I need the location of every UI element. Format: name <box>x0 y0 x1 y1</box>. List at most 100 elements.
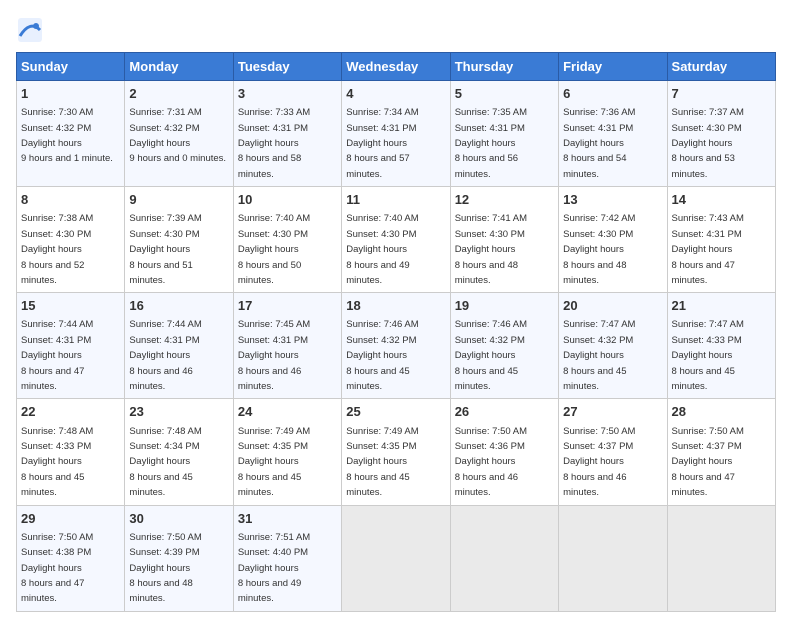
calendar-cell: 27 Sunrise: 7:50 AMSunset: 4:37 PMDaylig… <box>559 399 667 505</box>
calendar-week-2: 8 Sunrise: 7:38 AMSunset: 4:30 PMDayligh… <box>17 187 776 293</box>
day-info: Sunrise: 7:34 AMSunset: 4:31 PMDaylight … <box>346 107 418 180</box>
day-number: 2 <box>129 85 228 103</box>
calendar-cell: 25 Sunrise: 7:49 AMSunset: 4:35 PMDaylig… <box>342 399 450 505</box>
calendar-cell: 14 Sunrise: 7:43 AMSunset: 4:31 PMDaylig… <box>667 187 775 293</box>
calendar-cell: 2 Sunrise: 7:31 AMSunset: 4:32 PMDayligh… <box>125 81 233 187</box>
calendar-cell: 18 Sunrise: 7:46 AMSunset: 4:32 PMDaylig… <box>342 293 450 399</box>
day-info: Sunrise: 7:49 AMSunset: 4:35 PMDaylight … <box>346 426 418 499</box>
calendar-week-4: 22 Sunrise: 7:48 AMSunset: 4:33 PMDaylig… <box>17 399 776 505</box>
column-header-thursday: Thursday <box>450 53 558 81</box>
day-info: Sunrise: 7:45 AMSunset: 4:31 PMDaylight … <box>238 319 310 392</box>
calendar-cell <box>450 505 558 611</box>
calendar-table: SundayMondayTuesdayWednesdayThursdayFrid… <box>16 52 776 612</box>
day-number: 17 <box>238 297 337 315</box>
day-number: 7 <box>672 85 771 103</box>
day-info: Sunrise: 7:51 AMSunset: 4:40 PMDaylight … <box>238 532 310 605</box>
day-info: Sunrise: 7:48 AMSunset: 4:33 PMDaylight … <box>21 426 93 499</box>
calendar-header: SundayMondayTuesdayWednesdayThursdayFrid… <box>17 53 776 81</box>
day-number: 8 <box>21 191 120 209</box>
day-number: 31 <box>238 510 337 528</box>
calendar-cell: 28 Sunrise: 7:50 AMSunset: 4:37 PMDaylig… <box>667 399 775 505</box>
day-number: 21 <box>672 297 771 315</box>
day-info: Sunrise: 7:31 AMSunset: 4:32 PMDaylight … <box>129 107 226 164</box>
day-number: 12 <box>455 191 554 209</box>
day-number: 14 <box>672 191 771 209</box>
day-info: Sunrise: 7:44 AMSunset: 4:31 PMDaylight … <box>129 319 201 392</box>
day-number: 1 <box>21 85 120 103</box>
logo-icon <box>16 16 44 44</box>
day-info: Sunrise: 7:38 AMSunset: 4:30 PMDaylight … <box>21 213 93 286</box>
day-info: Sunrise: 7:48 AMSunset: 4:34 PMDaylight … <box>129 426 201 499</box>
calendar-cell <box>559 505 667 611</box>
calendar-cell: 8 Sunrise: 7:38 AMSunset: 4:30 PMDayligh… <box>17 187 125 293</box>
logo <box>16 16 48 44</box>
calendar-cell: 19 Sunrise: 7:46 AMSunset: 4:32 PMDaylig… <box>450 293 558 399</box>
calendar-cell: 1 Sunrise: 7:30 AMSunset: 4:32 PMDayligh… <box>17 81 125 187</box>
calendar-cell: 9 Sunrise: 7:39 AMSunset: 4:30 PMDayligh… <box>125 187 233 293</box>
day-number: 28 <box>672 403 771 421</box>
calendar-cell: 11 Sunrise: 7:40 AMSunset: 4:30 PMDaylig… <box>342 187 450 293</box>
calendar-cell: 4 Sunrise: 7:34 AMSunset: 4:31 PMDayligh… <box>342 81 450 187</box>
day-info: Sunrise: 7:47 AMSunset: 4:32 PMDaylight … <box>563 319 635 392</box>
calendar-cell <box>342 505 450 611</box>
day-number: 4 <box>346 85 445 103</box>
calendar-cell: 17 Sunrise: 7:45 AMSunset: 4:31 PMDaylig… <box>233 293 341 399</box>
calendar-body: 1 Sunrise: 7:30 AMSunset: 4:32 PMDayligh… <box>17 81 776 612</box>
day-number: 18 <box>346 297 445 315</box>
day-number: 20 <box>563 297 662 315</box>
day-info: Sunrise: 7:36 AMSunset: 4:31 PMDaylight … <box>563 107 635 180</box>
calendar-cell <box>667 505 775 611</box>
day-info: Sunrise: 7:50 AMSunset: 4:38 PMDaylight … <box>21 532 93 605</box>
calendar-cell: 30 Sunrise: 7:50 AMSunset: 4:39 PMDaylig… <box>125 505 233 611</box>
day-info: Sunrise: 7:41 AMSunset: 4:30 PMDaylight … <box>455 213 527 286</box>
day-info: Sunrise: 7:35 AMSunset: 4:31 PMDaylight … <box>455 107 527 180</box>
calendar-cell: 15 Sunrise: 7:44 AMSunset: 4:31 PMDaylig… <box>17 293 125 399</box>
day-number: 10 <box>238 191 337 209</box>
calendar-cell: 10 Sunrise: 7:40 AMSunset: 4:30 PMDaylig… <box>233 187 341 293</box>
day-number: 27 <box>563 403 662 421</box>
day-info: Sunrise: 7:50 AMSunset: 4:37 PMDaylight … <box>563 426 635 499</box>
calendar-cell: 20 Sunrise: 7:47 AMSunset: 4:32 PMDaylig… <box>559 293 667 399</box>
calendar-cell: 7 Sunrise: 7:37 AMSunset: 4:30 PMDayligh… <box>667 81 775 187</box>
day-number: 24 <box>238 403 337 421</box>
day-number: 6 <box>563 85 662 103</box>
day-info: Sunrise: 7:50 AMSunset: 4:39 PMDaylight … <box>129 532 201 605</box>
day-info: Sunrise: 7:39 AMSunset: 4:30 PMDaylight … <box>129 213 201 286</box>
column-header-saturday: Saturday <box>667 53 775 81</box>
day-info: Sunrise: 7:40 AMSunset: 4:30 PMDaylight … <box>238 213 310 286</box>
day-info: Sunrise: 7:30 AMSunset: 4:32 PMDaylight … <box>21 107 113 164</box>
day-info: Sunrise: 7:42 AMSunset: 4:30 PMDaylight … <box>563 213 635 286</box>
column-header-tuesday: Tuesday <box>233 53 341 81</box>
day-info: Sunrise: 7:44 AMSunset: 4:31 PMDaylight … <box>21 319 93 392</box>
calendar-header-row: SundayMondayTuesdayWednesdayThursdayFrid… <box>17 53 776 81</box>
calendar-cell: 3 Sunrise: 7:33 AMSunset: 4:31 PMDayligh… <box>233 81 341 187</box>
day-info: Sunrise: 7:49 AMSunset: 4:35 PMDaylight … <box>238 426 310 499</box>
day-number: 26 <box>455 403 554 421</box>
day-number: 11 <box>346 191 445 209</box>
day-info: Sunrise: 7:46 AMSunset: 4:32 PMDaylight … <box>455 319 527 392</box>
calendar-cell: 13 Sunrise: 7:42 AMSunset: 4:30 PMDaylig… <box>559 187 667 293</box>
column-header-friday: Friday <box>559 53 667 81</box>
column-header-sunday: Sunday <box>17 53 125 81</box>
day-number: 3 <box>238 85 337 103</box>
column-header-wednesday: Wednesday <box>342 53 450 81</box>
calendar-cell: 29 Sunrise: 7:50 AMSunset: 4:38 PMDaylig… <box>17 505 125 611</box>
calendar-week-5: 29 Sunrise: 7:50 AMSunset: 4:38 PMDaylig… <box>17 505 776 611</box>
day-number: 16 <box>129 297 228 315</box>
day-number: 29 <box>21 510 120 528</box>
calendar-week-1: 1 Sunrise: 7:30 AMSunset: 4:32 PMDayligh… <box>17 81 776 187</box>
page-header <box>16 16 776 44</box>
calendar-week-3: 15 Sunrise: 7:44 AMSunset: 4:31 PMDaylig… <box>17 293 776 399</box>
day-number: 15 <box>21 297 120 315</box>
day-number: 22 <box>21 403 120 421</box>
day-info: Sunrise: 7:50 AMSunset: 4:37 PMDaylight … <box>672 426 744 499</box>
day-number: 13 <box>563 191 662 209</box>
calendar-cell: 26 Sunrise: 7:50 AMSunset: 4:36 PMDaylig… <box>450 399 558 505</box>
calendar-cell: 5 Sunrise: 7:35 AMSunset: 4:31 PMDayligh… <box>450 81 558 187</box>
calendar-cell: 23 Sunrise: 7:48 AMSunset: 4:34 PMDaylig… <box>125 399 233 505</box>
day-number: 23 <box>129 403 228 421</box>
calendar-cell: 21 Sunrise: 7:47 AMSunset: 4:33 PMDaylig… <box>667 293 775 399</box>
day-info: Sunrise: 7:47 AMSunset: 4:33 PMDaylight … <box>672 319 744 392</box>
day-info: Sunrise: 7:46 AMSunset: 4:32 PMDaylight … <box>346 319 418 392</box>
day-info: Sunrise: 7:40 AMSunset: 4:30 PMDaylight … <box>346 213 418 286</box>
